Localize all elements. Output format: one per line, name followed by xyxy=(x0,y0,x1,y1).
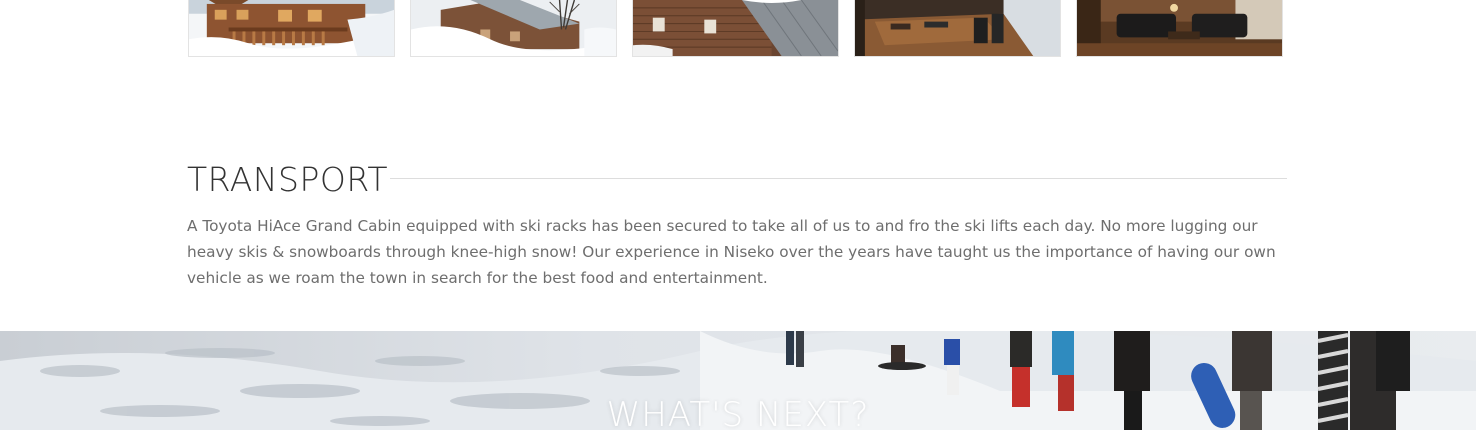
wooden-lodge-photo-icon xyxy=(633,0,838,56)
heading-divider xyxy=(390,178,1287,179)
page: TRANSPORT A Toyota HiAce Grand Cabin equ… xyxy=(0,0,1476,430)
gallery-thumbnail-wooden-lodge[interactable] xyxy=(632,0,839,57)
gallery-thumbnail-snowy-roof[interactable] xyxy=(410,0,617,57)
photo-gallery xyxy=(188,0,1284,57)
gallery-thumbnail-living-room[interactable] xyxy=(1076,0,1283,57)
gallery-thumbnail-dining-room[interactable] xyxy=(854,0,1061,57)
transport-heading: TRANSPORT xyxy=(187,158,1287,202)
gallery-thumbnail-chalet-exterior[interactable] xyxy=(188,0,395,57)
chalet-exterior-photo-icon xyxy=(189,0,394,56)
whats-next-hero: WHAT'S NEXT? xyxy=(0,331,1476,430)
transport-description: A Toyota HiAce Grand Cabin equipped with… xyxy=(187,217,1276,287)
transport-title: TRANSPORT xyxy=(187,160,389,199)
snowy-roof-photo-icon xyxy=(411,0,616,56)
whats-next-title: WHAT'S NEXT? xyxy=(606,395,870,430)
dining-room-photo-icon xyxy=(855,0,1060,56)
living-room-photo-icon xyxy=(1077,0,1282,56)
